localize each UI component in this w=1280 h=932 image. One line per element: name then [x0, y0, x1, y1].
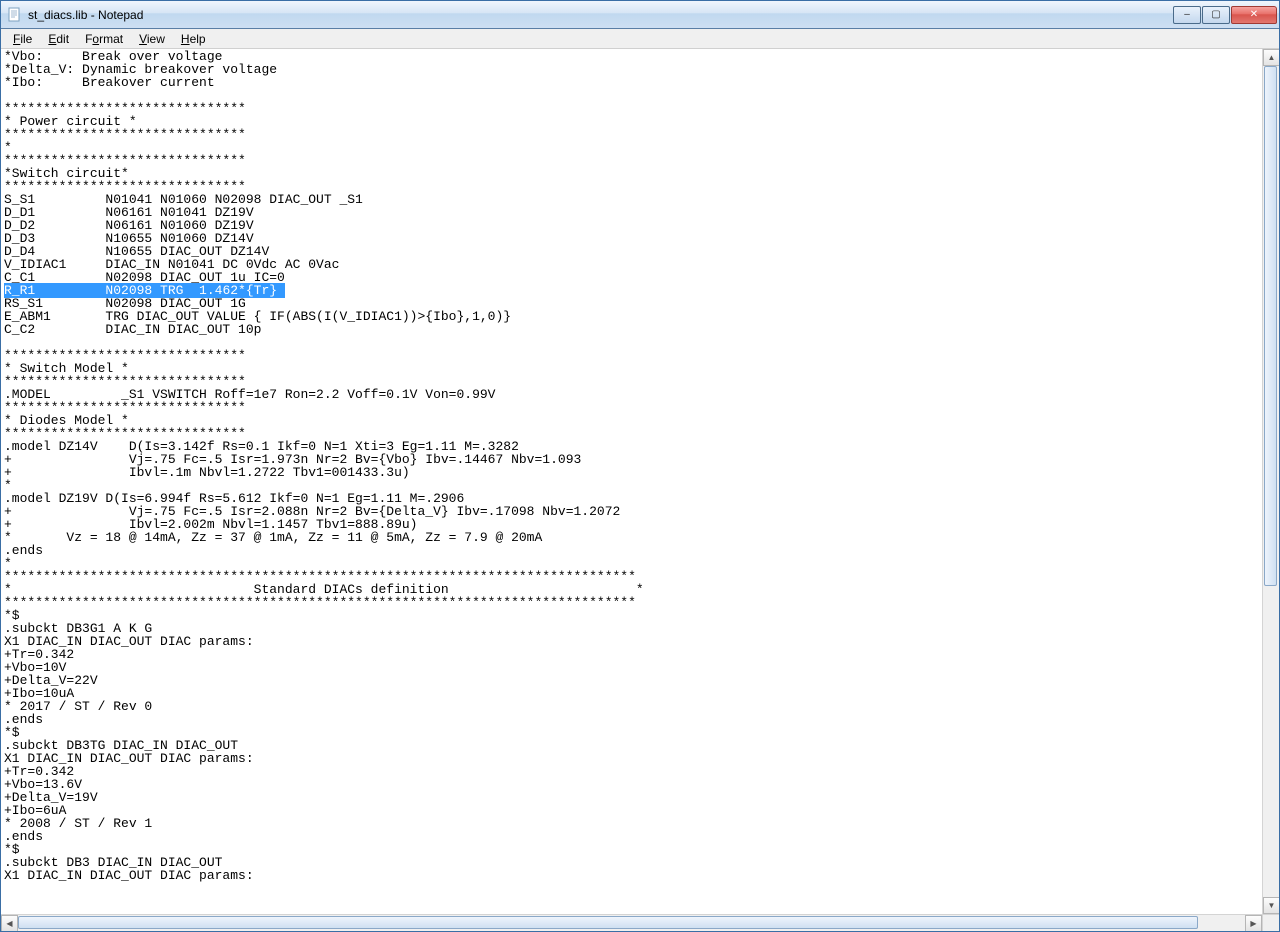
- text-line[interactable]: *Ibo: Breakover current: [4, 76, 1259, 89]
- window-controls: – ▢ ✕: [1172, 6, 1277, 24]
- text-line[interactable]: ****************************************…: [4, 596, 1259, 609]
- notepad-icon: [7, 7, 23, 23]
- window-title: st_diacs.lib - Notepad: [28, 8, 1172, 22]
- notepad-window: st_diacs.lib - Notepad – ▢ ✕ File Edit F…: [0, 0, 1280, 932]
- menubar: File Edit Format View Help: [1, 29, 1279, 49]
- text-line[interactable]: .ends: [4, 713, 1259, 726]
- titlebar[interactable]: st_diacs.lib - Notepad – ▢ ✕: [1, 1, 1279, 29]
- text-line[interactable]: +Ibo=6uA: [4, 804, 1259, 817]
- text-editor[interactable]: *Vbo: Break over voltage*Delta_V: Dynami…: [1, 49, 1262, 914]
- size-grip[interactable]: [1262, 914, 1279, 931]
- scroll-down-arrow-icon[interactable]: ▼: [1263, 897, 1279, 914]
- scroll-up-arrow-icon[interactable]: ▲: [1263, 49, 1279, 66]
- scroll-right-arrow-icon[interactable]: ▶: [1245, 915, 1262, 931]
- horizontal-scrollbar[interactable]: ◀ ▶: [1, 914, 1262, 931]
- text-line[interactable]: * Vz = 18 @ 14mA, Zz = 37 @ 1mA, Zz = 11…: [4, 531, 1259, 544]
- maximize-button[interactable]: ▢: [1202, 6, 1230, 24]
- text-line[interactable]: +Tr=0.342: [4, 648, 1259, 661]
- text-line[interactable]: *******************************: [4, 102, 1259, 115]
- menu-file[interactable]: File: [5, 30, 40, 48]
- text-line[interactable]: C_C2 DIAC_IN DIAC_OUT 10p: [4, 323, 1259, 336]
- text-line[interactable]: X1 DIAC_IN DIAC_OUT DIAC params:: [4, 635, 1259, 648]
- vertical-scrollbar[interactable]: ▲ ▼: [1262, 49, 1279, 914]
- text-line[interactable]: *$: [4, 609, 1259, 622]
- text-line[interactable]: X1 DIAC_IN DIAC_OUT DIAC params:: [4, 752, 1259, 765]
- minimize-button[interactable]: –: [1173, 6, 1201, 24]
- text-line[interactable]: * 2008 / ST / Rev 1: [4, 817, 1259, 830]
- menu-edit-rest: dit: [56, 32, 69, 46]
- text-line[interactable]: +Vbo=13.6V: [4, 778, 1259, 791]
- text-line[interactable]: *******************************: [4, 128, 1259, 141]
- menu-help[interactable]: Help: [173, 30, 214, 48]
- text-line[interactable]: +Delta_V=22V: [4, 674, 1259, 687]
- text-line[interactable]: * 2017 / ST / Rev 0: [4, 700, 1259, 713]
- scroll-left-arrow-icon[interactable]: ◀: [1, 915, 18, 931]
- text-line[interactable]: + Ibvl=.1m Nbvl=1.2722 Tbv1=001433.3u): [4, 466, 1259, 479]
- text-line[interactable]: +Vbo=10V: [4, 661, 1259, 674]
- text-line[interactable]: +Delta_V=19V: [4, 791, 1259, 804]
- menu-view-rest: iew: [147, 32, 165, 46]
- text-line[interactable]: +Ibo=10uA: [4, 687, 1259, 700]
- text-line[interactable]: *******************************: [4, 349, 1259, 362]
- menu-file-rest: ile: [20, 32, 32, 46]
- menu-view[interactable]: View: [131, 30, 173, 48]
- text-line[interactable]: .ends: [4, 830, 1259, 843]
- text-line[interactable]: *******************************: [4, 401, 1259, 414]
- vertical-scroll-thumb[interactable]: [1264, 66, 1277, 586]
- close-button[interactable]: ✕: [1231, 6, 1277, 24]
- menu-format-rest: rmat: [99, 32, 123, 46]
- editor-area: *Vbo: Break over voltage*Delta_V: Dynami…: [1, 49, 1279, 931]
- text-line[interactable]: X1 DIAC_IN DIAC_OUT DIAC params:: [4, 869, 1259, 882]
- menu-help-rest: elp: [190, 32, 206, 46]
- text-line[interactable]: *******************************: [4, 154, 1259, 167]
- menu-format[interactable]: Format: [77, 30, 131, 48]
- horizontal-scroll-thumb[interactable]: [18, 916, 1198, 929]
- menu-edit[interactable]: Edit: [40, 30, 77, 48]
- text-line[interactable]: .ends: [4, 544, 1259, 557]
- text-line[interactable]: +Tr=0.342: [4, 765, 1259, 778]
